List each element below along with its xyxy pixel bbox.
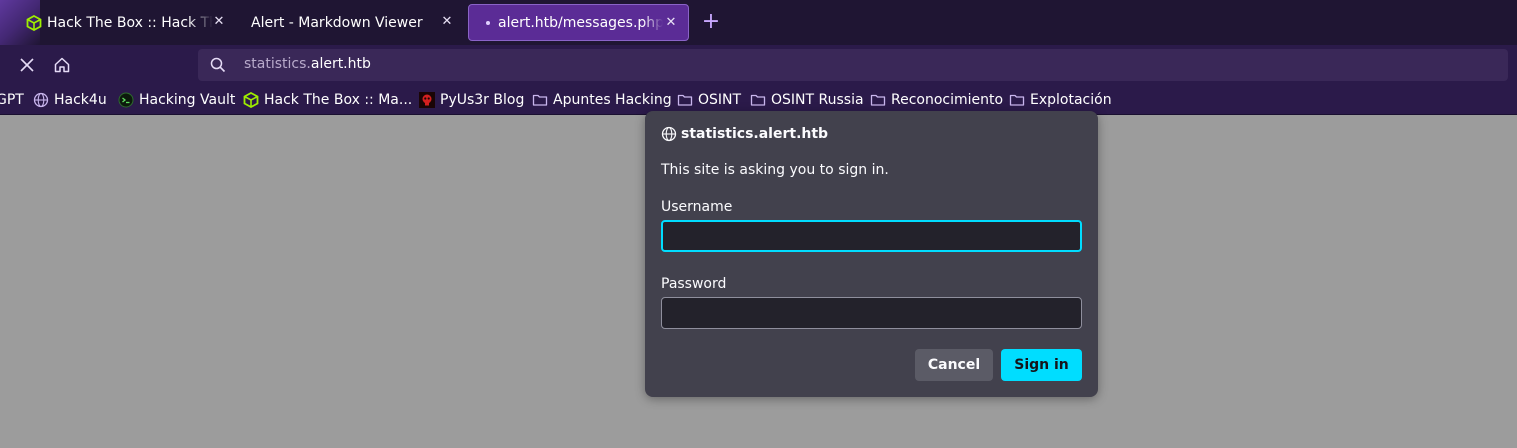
terminal-icon [118, 92, 134, 108]
home-button[interactable] [50, 53, 74, 77]
folder-icon [677, 92, 693, 108]
home-icon [54, 57, 70, 73]
hackthebox-icon [243, 92, 259, 108]
bookmark-folder-reconocimiento[interactable]: Reconocimiento [870, 91, 1003, 109]
folder-icon [532, 92, 548, 108]
url-bar[interactable]: statistics.alert.htb [198, 49, 1508, 81]
bookmark-label: PyUs3r Blog [440, 92, 525, 108]
bookmark-gpt[interactable]: GPT [0, 91, 24, 109]
tab-markdown-viewer[interactable]: Alert - Markdown Viewer ✕ [239, 4, 464, 41]
tab-close-icon[interactable]: ✕ [662, 14, 680, 32]
bookmark-label: Hack4u [54, 92, 107, 108]
sign-in-dialog: statistics.alert.htb This site is asking… [645, 111, 1098, 397]
tab-title: Hack The Box :: Hack The Box [47, 14, 213, 31]
bookmark-label: OSINT Russia [771, 92, 864, 108]
sign-in-button[interactable]: Sign in [1001, 349, 1082, 381]
globe-icon [661, 126, 677, 142]
bookmark-hack4u[interactable]: Hack4u [33, 91, 107, 109]
bookmark-folder-osint-russia[interactable]: OSINT Russia [750, 91, 864, 109]
new-tab-button[interactable]: + [700, 11, 722, 34]
bookmark-hacking-vault[interactable]: Hacking Vault [118, 91, 235, 109]
search-icon [210, 57, 226, 77]
folder-icon [1009, 92, 1025, 108]
bookmark-folder-explotacion[interactable]: Explotación [1009, 91, 1112, 109]
tab-hackthebox[interactable]: Hack The Box :: Hack The Box ✕ [14, 4, 236, 41]
tab-messages-active[interactable]: alert.htb/messages.php?file= ✕ [468, 4, 689, 41]
nav-bar: statistics.alert.htb [0, 45, 1517, 85]
dialog-message: This site is asking you to sign in. [661, 162, 889, 178]
bookmark-pyus3r-blog[interactable]: PyUs3r Blog [419, 91, 524, 109]
username-label: Username [661, 199, 733, 215]
url-domain: alert.htb [310, 56, 371, 72]
url-subdomain: statistics. [244, 56, 311, 72]
password-label: Password [661, 276, 727, 292]
username-field[interactable] [661, 220, 1082, 252]
folder-icon [870, 92, 886, 108]
url-text[interactable]: statistics.alert.htb [244, 56, 371, 72]
bookmark-hackthebox[interactable]: Hack The Box :: Ma... [243, 91, 412, 109]
folder-icon [750, 92, 766, 108]
tab-title: Alert - Markdown Viewer [251, 14, 423, 31]
tab-title: alert.htb/messages.php?file= [498, 14, 663, 31]
dot-icon [486, 21, 490, 25]
globe-icon [33, 92, 49, 108]
bookmark-label: Hack The Box :: Ma... [264, 92, 413, 108]
password-field[interactable] [661, 297, 1082, 329]
dialog-site: statistics.alert.htb [681, 126, 829, 142]
bookmark-label: GPT [0, 92, 24, 108]
bookmark-label: Apuntes Hacking [553, 92, 672, 108]
hackthebox-icon [26, 14, 42, 35]
stop-loading-button[interactable] [15, 53, 39, 77]
tab-strip: Hack The Box :: Hack The Box ✕ Alert - M… [0, 0, 1517, 45]
cancel-button[interactable]: Cancel [915, 349, 993, 381]
close-icon [20, 58, 34, 72]
skull-icon [419, 92, 435, 108]
tab-close-icon[interactable]: ✕ [210, 13, 228, 31]
tab-close-icon[interactable]: ✕ [438, 13, 456, 31]
bookmark-folder-osint[interactable]: OSINT [677, 91, 741, 109]
bookmark-label: Reconocimiento [891, 92, 1004, 108]
dialog-header: statistics.alert.htb [661, 126, 828, 142]
bookmark-folder-apuntes-hacking[interactable]: Apuntes Hacking [532, 91, 672, 109]
bookmark-label: Explotación [1030, 92, 1112, 108]
bookmark-label: Hacking Vault [139, 92, 236, 108]
bookmark-label: OSINT [698, 92, 742, 108]
